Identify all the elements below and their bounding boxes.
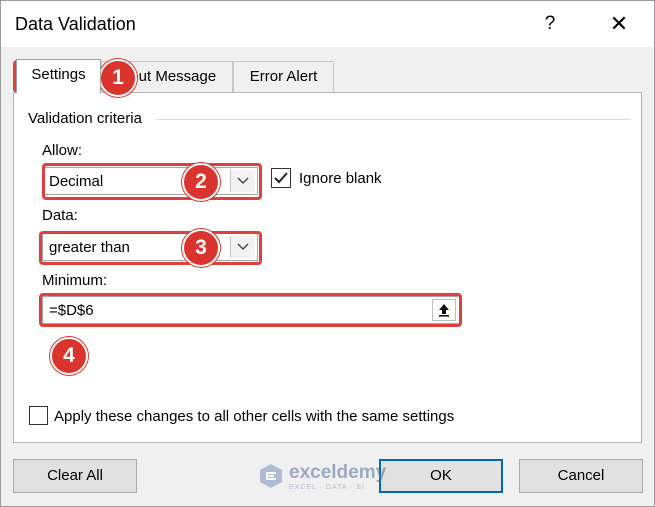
annotation-badge-3: 3 — [182, 229, 220, 267]
group-divider — [156, 119, 631, 120]
ignore-blank-label: Ignore blank — [299, 170, 382, 187]
minimum-value: =$D$6 — [49, 302, 94, 319]
exceldemy-watermark: exceldemy EXCEL · DATA · BI — [257, 459, 407, 495]
clear-all-button[interactable]: Clear All — [13, 459, 137, 493]
annotation-badge-4: 4 — [50, 337, 88, 375]
watermark-name: exceldemy — [289, 462, 387, 483]
ignore-blank-checkbox[interactable] — [271, 168, 291, 188]
range-selector-icon[interactable] — [432, 299, 456, 321]
title-bar: Data Validation ? ✕ — [1, 1, 654, 47]
checkmark-icon — [274, 172, 288, 184]
exceldemy-logo-icon — [260, 464, 282, 488]
apply-all-checkbox[interactable] — [29, 406, 48, 425]
validation-criteria-heading: Validation criteria — [28, 110, 148, 127]
minimum-label: Minimum: — [42, 272, 108, 289]
close-button[interactable]: ✕ — [601, 9, 637, 39]
cancel-button[interactable]: Cancel — [519, 459, 643, 493]
minimum-input[interactable]: =$D$6 — [42, 296, 460, 324]
annotation-badge-1: 1 — [99, 59, 137, 97]
dialog-title: Data Validation — [15, 14, 136, 34]
annotation-badge-2: 2 — [182, 163, 220, 201]
data-dropdown[interactable]: greater than — [42, 233, 258, 261]
settings-panel — [13, 92, 642, 443]
allow-value: Decimal — [49, 173, 104, 190]
apply-all-label: Apply these changes to all other cells w… — [54, 408, 455, 425]
tab-settings[interactable]: Settings — [16, 59, 101, 93]
allow-label: Allow: — [42, 142, 83, 159]
watermark-tagline: EXCEL · DATA · BI — [289, 484, 365, 491]
data-value: greater than — [49, 239, 130, 256]
allow-dropdown[interactable]: Decimal — [42, 167, 258, 195]
chevron-down-icon[interactable] — [230, 170, 255, 192]
help-button[interactable]: ? — [531, 9, 569, 39]
chevron-down-icon[interactable] — [230, 236, 255, 258]
tab-error-alert[interactable]: Error Alert — [233, 61, 334, 93]
data-validation-dialog: Data Validation ? ✕ Input Message Error … — [0, 0, 655, 507]
data-label: Data: — [42, 207, 78, 224]
